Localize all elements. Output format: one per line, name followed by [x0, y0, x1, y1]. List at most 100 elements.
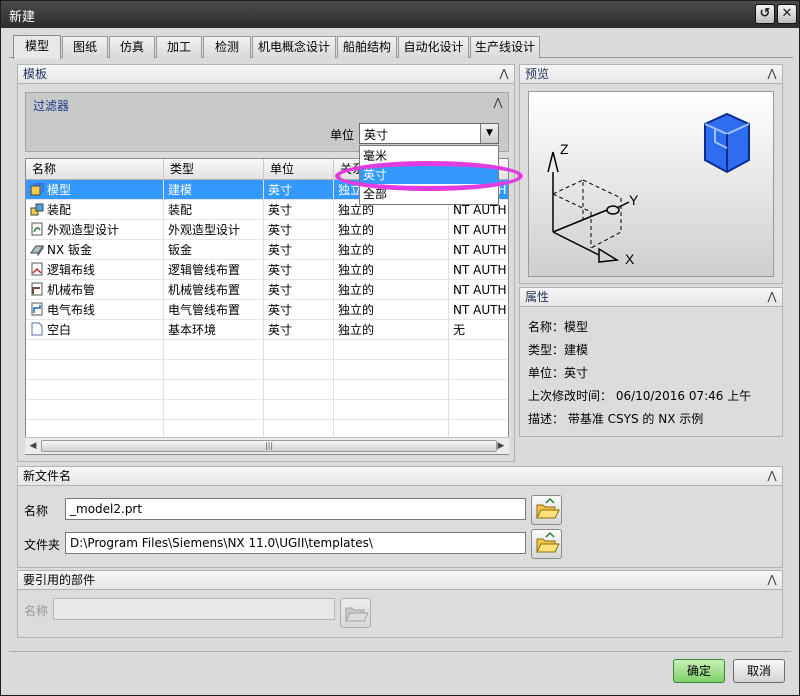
- cell-unit: 英寸: [264, 220, 334, 240]
- cell-owner: NT AUTH: [449, 220, 508, 240]
- collapse-icon[interactable]: ⋀: [765, 290, 779, 304]
- reset-icon[interactable]: ↺: [755, 4, 775, 24]
- assembly-icon: [30, 202, 44, 216]
- referenced-part-name-input[interactable]: [53, 598, 335, 620]
- unit-filter-select[interactable]: 英寸 ▼: [359, 123, 499, 144]
- unit-filter-label: 单位: [330, 128, 355, 142]
- scroll-right-icon[interactable]: ▶: [493, 438, 509, 454]
- cell-name: 空白: [26, 320, 164, 340]
- collapse-icon[interactable]: ⋀: [765, 469, 779, 483]
- referenced-part-name-label: 名称: [24, 604, 49, 618]
- table-row[interactable]: 机械布管 机械管线布置 英寸 独立的 NT AUTH: [26, 280, 508, 300]
- tab-ship-structures[interactable]: 船舶结构: [337, 36, 397, 58]
- cell-type: 装配: [164, 200, 264, 220]
- collapse-icon[interactable]: ⋀: [765, 67, 779, 81]
- chevron-down-icon[interactable]: ▼: [480, 124, 498, 143]
- folder-input[interactable]: D:\Program Files\Siemens\NX 11.0\UGII\te…: [65, 532, 526, 554]
- cell-relation: 独立的: [334, 240, 449, 260]
- prop-name: 名称：模型: [528, 320, 589, 334]
- cancel-button[interactable]: 取消: [733, 659, 785, 683]
- empty-row: [26, 400, 508, 420]
- unit-filter-value: 英寸: [364, 128, 389, 142]
- table-row[interactable]: 逻辑布线 逻辑管线布置 英寸 独立的 NT AUTH: [26, 260, 508, 280]
- tab-manufacturing[interactable]: 加工: [156, 36, 202, 58]
- cell-unit: 英寸: [264, 240, 334, 260]
- table-row[interactable]: 电气布线 电气管线布置 英寸 独立的 NT AUTH: [26, 300, 508, 320]
- cell-unit: 英寸: [264, 320, 334, 340]
- browse-file-button[interactable]: [531, 495, 562, 525]
- datum-csys-icon: Z X Y: [547, 112, 750, 267]
- cell-name: 电气布线: [26, 300, 164, 320]
- prop-type: 类型：建模: [528, 343, 589, 357]
- cell-owner: NT AUTH: [449, 260, 508, 280]
- ok-button[interactable]: 确定: [673, 659, 725, 683]
- close-icon[interactable]: ✕: [777, 4, 797, 24]
- cell-relation: 独立的: [334, 280, 449, 300]
- collapse-icon[interactable]: ⋀: [765, 573, 779, 587]
- cell-type: 基本环境: [164, 320, 264, 340]
- empty-row: [26, 380, 508, 400]
- browse-folder-button[interactable]: [531, 529, 562, 559]
- logical-routing-icon: [30, 262, 44, 276]
- svg-text:X: X: [625, 251, 635, 267]
- folder-open-icon: [536, 497, 560, 519]
- empty-row: [26, 360, 508, 380]
- title-bar[interactable]: 新建 ↺ ✕: [1, 1, 799, 28]
- cell-name: 机械布管: [26, 280, 164, 300]
- prop-last-modified: 上次修改时间： 06/10/2016 07:46 上午: [528, 389, 752, 403]
- column-header-name[interactable]: 名称: [26, 159, 164, 180]
- folder-label: 文件夹: [24, 538, 61, 552]
- filename-input[interactable]: _model2.prt: [65, 498, 526, 520]
- tab-simulation[interactable]: 仿真: [109, 36, 155, 58]
- cell-owner: NT AUTH: [449, 300, 508, 320]
- cell-type: 外观造型设计: [164, 220, 264, 240]
- preview-panel-header[interactable]: 预览 ⋀: [519, 64, 783, 84]
- tab-automation-design[interactable]: 自动化设计: [398, 36, 469, 58]
- collapse-icon[interactable]: ⋀: [491, 96, 505, 110]
- svg-text:Y: Y: [629, 192, 639, 208]
- cell-unit: 英寸: [264, 260, 334, 280]
- templates-panel-header[interactable]: 模板 ⋀: [17, 64, 515, 84]
- model-icon: [30, 182, 44, 196]
- table-row[interactable]: 空白 基本环境 英寸 独立的 无: [26, 320, 508, 340]
- table-row[interactable]: 外观造型设计 外观造型设计 英寸 独立的 NT AUTH: [26, 220, 508, 240]
- highlight-annotation: [335, 161, 523, 191]
- referenced-parts-panel-title: 要引用的部件: [23, 573, 96, 587]
- footer-divider: [9, 651, 791, 652]
- filter-title: 过滤器: [33, 99, 70, 113]
- empty-row: [26, 340, 508, 360]
- properties-panel-header[interactable]: 属性 ⋀: [519, 287, 783, 307]
- window-title: 新建: [9, 10, 36, 25]
- horizontal-scrollbar[interactable]: ◀ ||| ▶: [25, 437, 509, 454]
- browse-referenced-part-button[interactable]: [340, 598, 371, 628]
- filename-label: 名称: [24, 504, 49, 518]
- scroll-left-icon[interactable]: ◀: [25, 438, 41, 454]
- cell-name: 逻辑布线: [26, 260, 164, 280]
- properties-panel-body: 名称：模型 类型：建模 单位：英寸 上次修改时间： 06/10/2016 07:…: [519, 307, 783, 437]
- column-header-unit[interactable]: 单位: [264, 159, 334, 180]
- tab-mechatronics[interactable]: 机电概念设计: [252, 36, 336, 58]
- tab-inspection[interactable]: 检测: [203, 36, 251, 58]
- scrollbar-thumb[interactable]: |||: [41, 440, 497, 452]
- template-preview-image: Z X Y: [528, 91, 774, 277]
- cell-name: 模型: [26, 180, 164, 200]
- tab-line-designer[interactable]: 生产线设计: [470, 36, 540, 58]
- cell-type: 逻辑管线布置: [164, 260, 264, 280]
- table-row[interactable]: NX 钣金 钣金 英寸 独立的 NT AUTH: [26, 240, 508, 260]
- tab-model[interactable]: 模型: [13, 35, 61, 59]
- preview-panel-title: 预览: [525, 67, 550, 81]
- tab-drawing[interactable]: 图纸: [62, 36, 108, 58]
- referenced-parts-panel-header[interactable]: 要引用的部件 ⋀: [17, 570, 783, 590]
- cell-name: 装配: [26, 200, 164, 220]
- new-filename-panel-header[interactable]: 新文件名 ⋀: [17, 466, 783, 486]
- cell-unit: 英寸: [264, 300, 334, 320]
- cell-owner: NT AUTH: [449, 280, 508, 300]
- cell-relation: 独立的: [334, 320, 449, 340]
- column-header-type[interactable]: 类型: [164, 159, 264, 180]
- cell-unit: 英寸: [264, 280, 334, 300]
- shape-studio-icon: [30, 222, 44, 236]
- electrical-routing-icon: [30, 302, 44, 316]
- sheet-metal-icon: [30, 242, 44, 257]
- collapse-icon[interactable]: ⋀: [497, 67, 511, 81]
- cell-unit: 英寸: [264, 180, 334, 200]
